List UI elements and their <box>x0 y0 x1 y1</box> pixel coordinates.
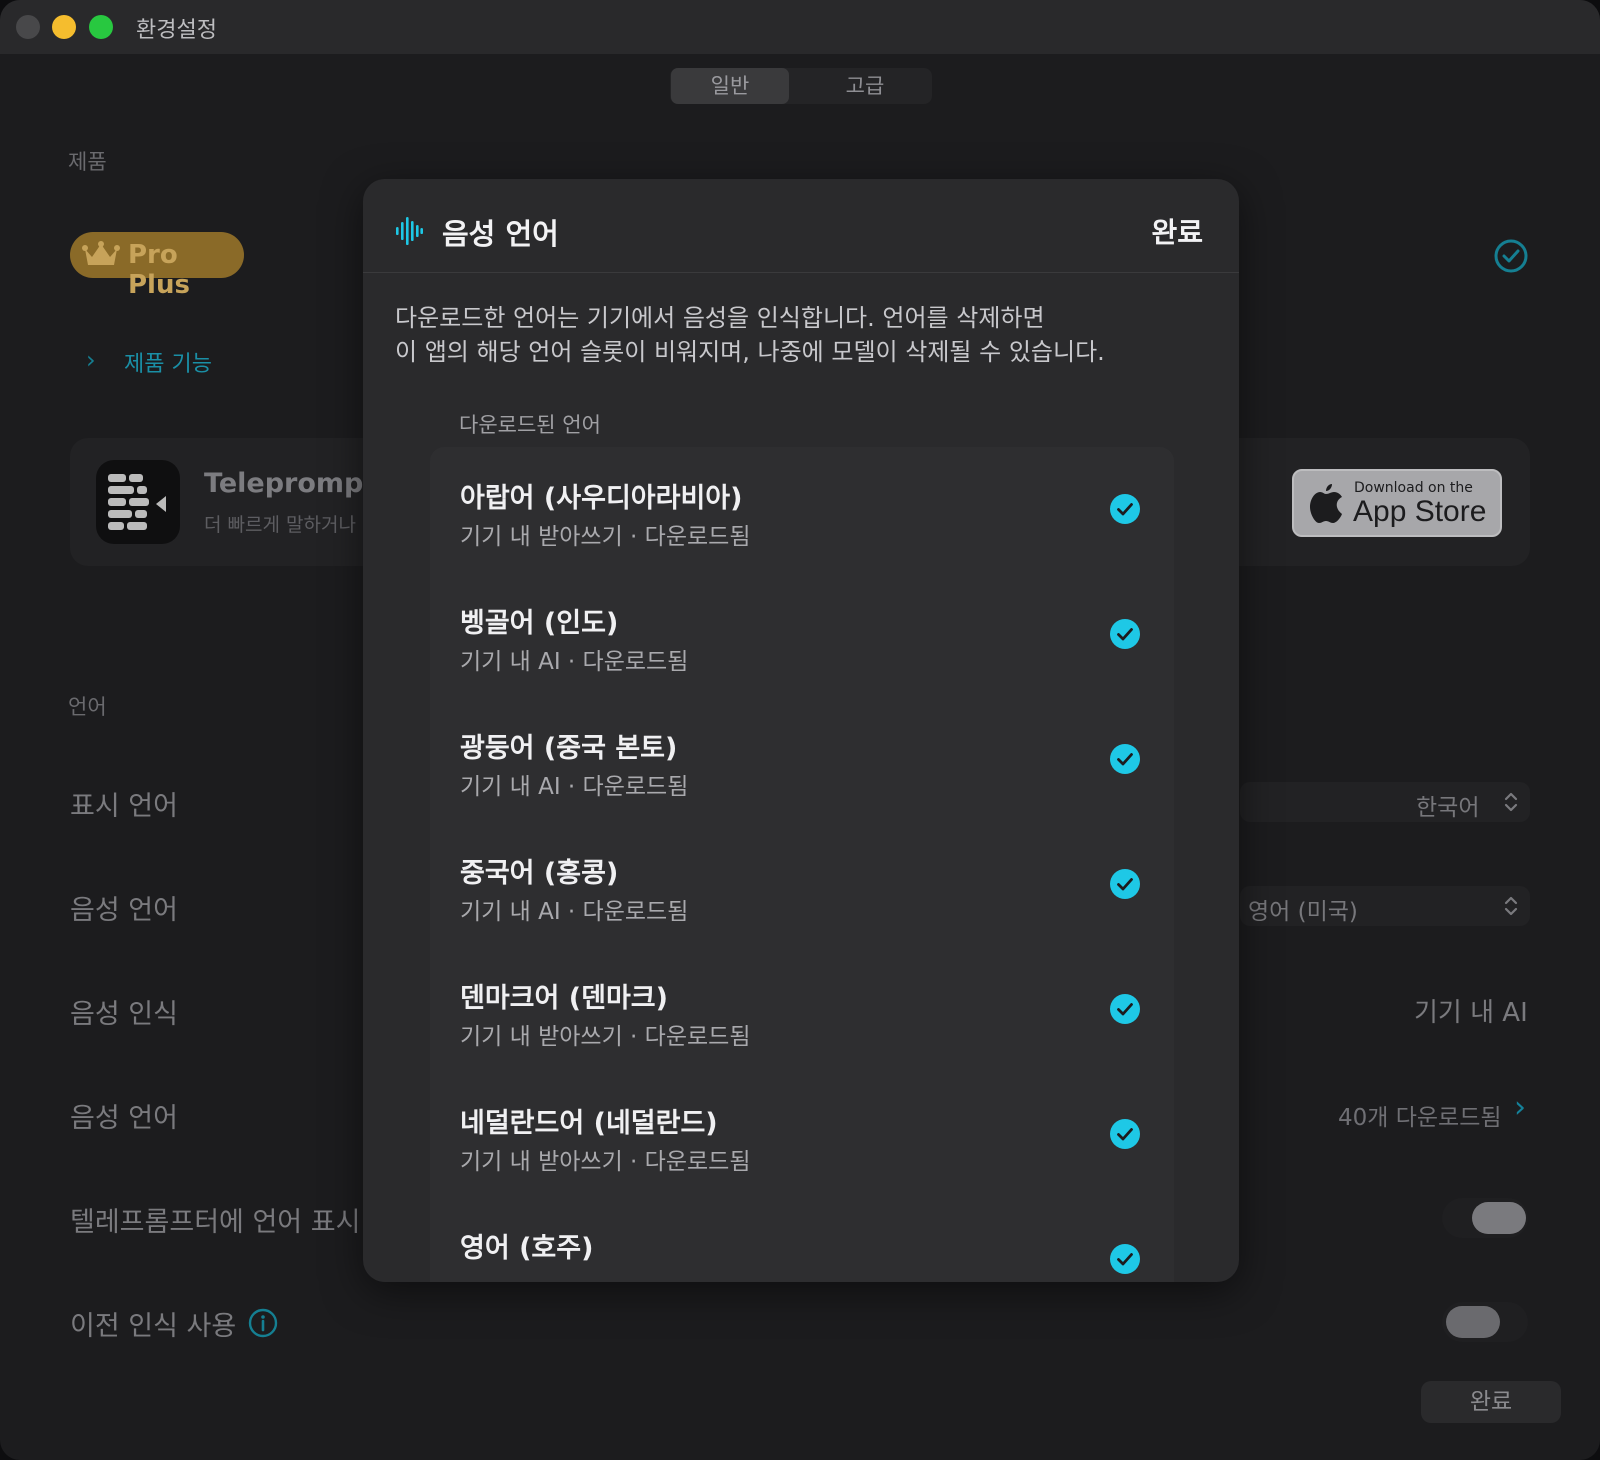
language-row[interactable]: 광둥어 (중국 본토) 기기 내 AI · 다운로드됨 <box>430 697 1174 822</box>
voice-languages-label: 음성 언어 <box>70 1103 178 1134</box>
show-language-label: 텔레프롬프터에 언어 표시 <box>70 1207 361 1238</box>
checkmark-circle-icon <box>1110 744 1140 774</box>
language-row[interactable]: 영어 (호주) <box>430 1197 1174 1282</box>
chevron-up-down-icon <box>1504 896 1518 916</box>
sheet-header: 음성 언어 완료 <box>363 179 1239 273</box>
language-name: 영어 (호주) <box>460 1233 594 1264</box>
display-language-label: 표시 언어 <box>70 791 178 822</box>
language-status: 기기 내 받아쓰기 · 다운로드됨 <box>460 1149 751 1175</box>
language-row[interactable]: 중국어 (홍콩) 기기 내 AI · 다운로드됨 <box>430 822 1174 947</box>
language-status: 기기 내 받아쓰기 · 다운로드됨 <box>460 1024 751 1050</box>
downloaded-languages-list: 아랍어 (사우디아라비아) 기기 내 받아쓰기 · 다운로드됨 벵골어 (인도)… <box>430 447 1174 1282</box>
zoom-window-button[interactable] <box>89 15 113 39</box>
language-name: 광둥어 (중국 본토) <box>460 733 678 764</box>
minimize-window-button[interactable] <box>52 15 76 39</box>
teleprompter-app-icon <box>96 460 180 544</box>
language-row[interactable]: 네덜란드어 (네덜란드) 기기 내 받아쓰기 · 다운로드됨 <box>430 1072 1174 1197</box>
chevron-right-icon[interactable]: › <box>1514 1090 1526 1125</box>
language-name: 아랍어 (사우디아라비아) <box>460 483 743 514</box>
app-description: 더 빠르게 말하거나 <box>204 514 356 536</box>
section-label-product: 제품 <box>68 150 107 174</box>
product-features-link[interactable]: 제품 기능 <box>124 346 212 378</box>
pro-plus-badge: Pro Plus <box>70 232 244 300</box>
tab-advanced[interactable]: 고급 <box>798 68 932 104</box>
app-store-badge-text: App Store <box>1353 495 1487 528</box>
sheet-description: 다운로드한 언어는 기기에서 음성을 인식합니다. 언어를 삭제하면 이 앱의 … <box>395 301 1215 369</box>
downloaded-languages-header: 다운로드된 언어 <box>459 413 601 437</box>
previous-recognition-label: 이전 인식 사용 <box>70 1311 237 1342</box>
apple-logo-icon <box>1310 484 1342 523</box>
language-row[interactable]: 벵골어 (인도) 기기 내 AI · 다운로드됨 <box>430 572 1174 697</box>
app-store-badge-small-text: Download on the <box>1354 480 1473 496</box>
done-button[interactable]: 완료 <box>1421 1381 1561 1423</box>
pro-plus-label: Pro Plus <box>128 240 190 300</box>
window-title: 환경설정 <box>136 18 217 43</box>
preferences-window: 환경설정 일반 고급 제품 Pro Plus › 제품 기능 Telepromp… <box>0 0 1600 1460</box>
downloaded-languages-count[interactable]: 40개 다운로드됨 <box>1338 1098 1502 1132</box>
display-language-value: 한국어 <box>1416 795 1480 821</box>
waveform-icon <box>396 217 423 245</box>
language-name: 덴마크어 (덴마크) <box>460 983 668 1014</box>
close-window-button[interactable] <box>16 15 40 39</box>
voice-language-value: 영어 (미국) <box>1248 899 1358 925</box>
section-label-language: 언어 <box>68 695 107 719</box>
language-status: 기기 내 AI · 다운로드됨 <box>460 774 689 800</box>
sheet-description-line: 다운로드한 언어는 기기에서 음성을 인식합니다. 언어를 삭제하면 <box>395 304 1045 332</box>
language-status: 기기 내 AI · 다운로드됨 <box>460 899 689 925</box>
sheet-done-button[interactable]: 완료 <box>1151 211 1203 251</box>
voice-language-sheet: 음성 언어 완료 다운로드한 언어는 기기에서 음성을 인식합니다. 언어를 삭… <box>363 179 1239 1282</box>
speech-recognition-value: 기기 내 AI <box>1414 998 1528 1028</box>
sheet-description-line: 이 앱의 해당 언어 슬롯이 비워지며, 나중에 모델이 삭제될 수 있습니다. <box>395 338 1105 366</box>
language-status: 기기 내 받아쓰기 · 다운로드됨 <box>460 524 751 550</box>
checkmark-circle-icon <box>1110 1244 1140 1274</box>
title-bar: 환경설정 <box>0 0 1600 54</box>
voice-language-label: 음성 언어 <box>70 895 178 926</box>
checkmark-circle-icon <box>1110 1119 1140 1149</box>
chevron-up-down-icon <box>1504 792 1518 812</box>
checkmark-circle-icon <box>1110 994 1140 1024</box>
sheet-title: 음성 언어 <box>442 217 559 251</box>
language-name: 네덜란드어 (네덜란드) <box>460 1108 718 1139</box>
checkmark-circle-icon <box>1110 494 1140 524</box>
previous-recognition-toggle[interactable] <box>1442 1302 1528 1342</box>
toggle-knob <box>1472 1202 1526 1234</box>
display-language-select[interactable]: 한국어 <box>1240 782 1530 822</box>
show-language-toggle[interactable] <box>1442 1198 1528 1238</box>
speech-recognition-label: 음성 인식 <box>70 999 178 1030</box>
app-store-badge[interactable]: Download on the App Store <box>1292 469 1502 537</box>
chevron-right-icon: › <box>86 346 96 374</box>
toggle-knob <box>1446 1306 1500 1338</box>
voice-language-select[interactable]: 영어 (미국) <box>1240 886 1530 926</box>
crown-icon <box>82 241 120 265</box>
language-row[interactable]: 아랍어 (사우디아라비아) 기기 내 받아쓰기 · 다운로드됨 <box>430 447 1174 572</box>
checkmark-circle-icon <box>1110 869 1140 899</box>
tab-general[interactable]: 일반 <box>671 68 789 104</box>
checkmark-circle-icon <box>1110 619 1140 649</box>
teleprompter-logo-icon <box>108 474 166 530</box>
info-icon[interactable] <box>248 1308 278 1338</box>
checkmark-circle-icon <box>1494 239 1528 273</box>
language-name: 중국어 (홍콩) <box>460 858 619 889</box>
language-row[interactable]: 덴마크어 (덴마크) 기기 내 받아쓰기 · 다운로드됨 <box>430 947 1174 1072</box>
language-name: 벵골어 (인도) <box>460 608 619 639</box>
tab-segmented-control: 일반 고급 <box>670 68 932 104</box>
language-status: 기기 내 AI · 다운로드됨 <box>460 649 689 675</box>
